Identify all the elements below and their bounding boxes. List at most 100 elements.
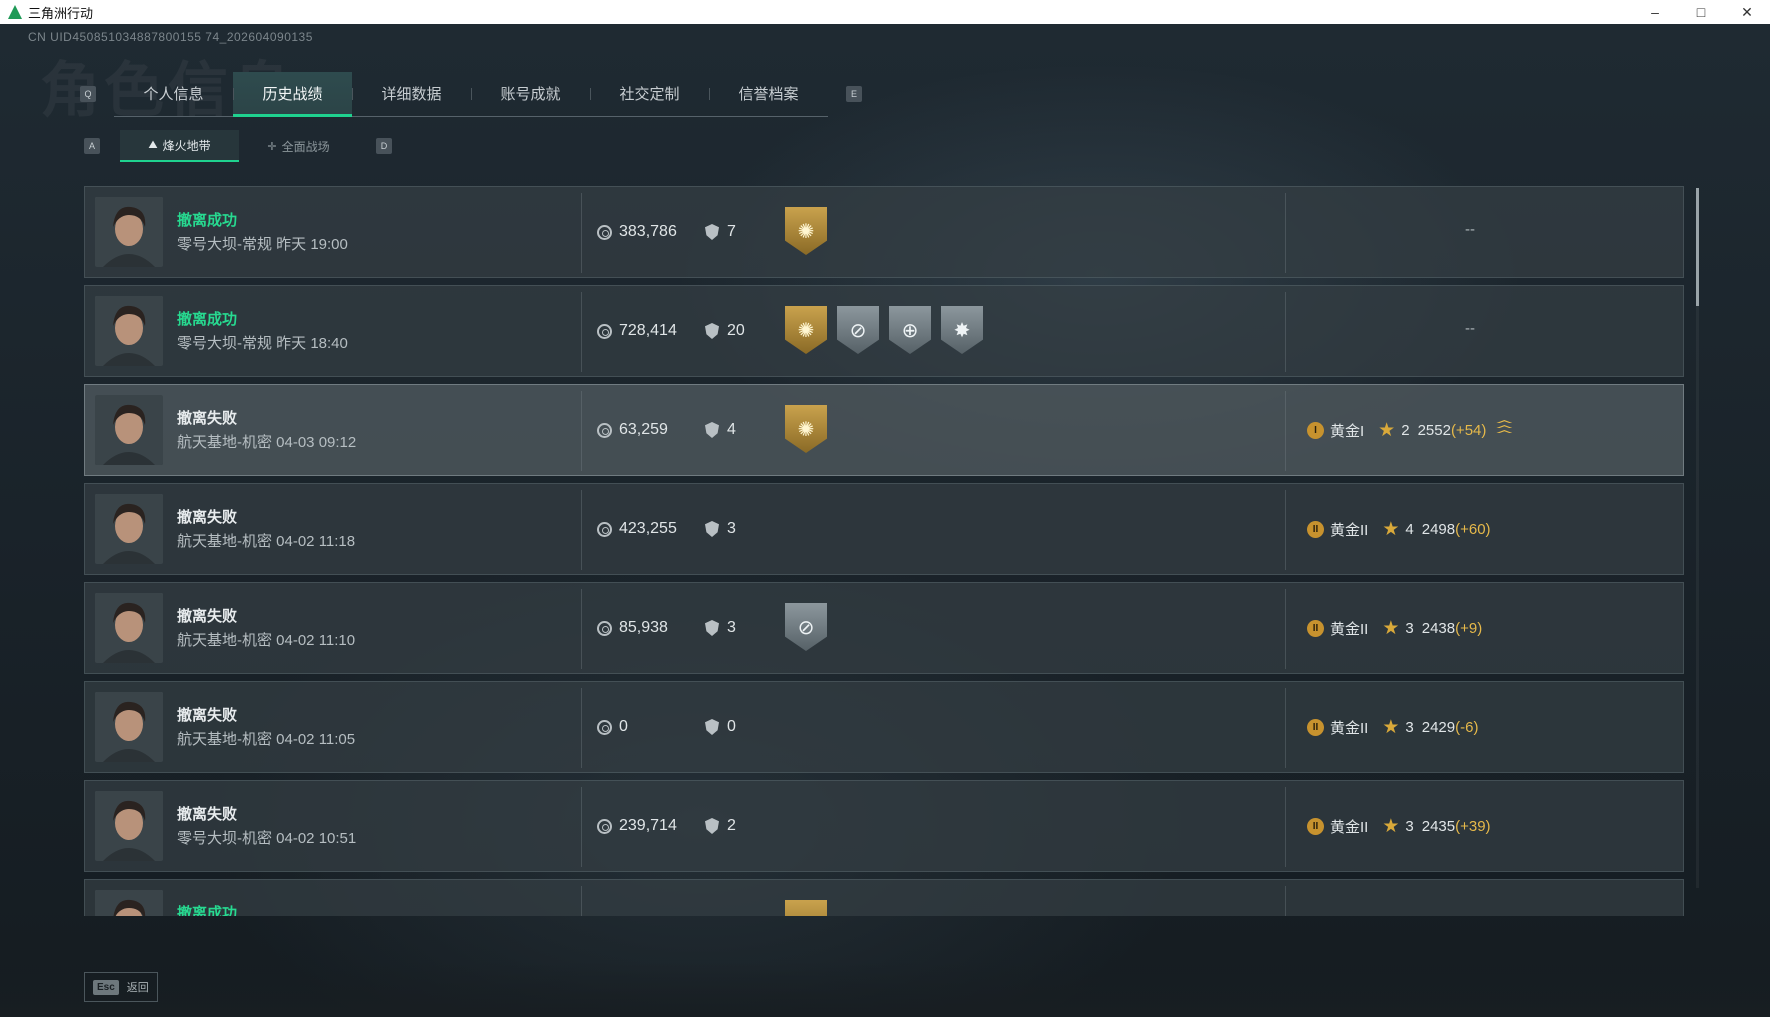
star-icon: ★ [1382, 815, 1400, 837]
tab-2[interactable]: 历史战绩 [233, 71, 352, 117]
bottom-bar [0, 962, 1770, 1017]
mountain-icon: ⛰ [148, 138, 158, 151]
kill-count: 7 [727, 223, 736, 240]
minimize-button[interactable]: – [1632, 0, 1678, 24]
tab-4[interactable]: 账号成就 [471, 72, 590, 116]
gold-sun-badge-icon[interactable]: ✺ [785, 900, 827, 916]
rank-tier: 黄金II [1330, 521, 1369, 539]
row-divider [581, 886, 582, 916]
medal-badges: ✺ [785, 900, 827, 916]
star-icon: ★ [1382, 716, 1400, 738]
operator-avatar [95, 791, 163, 861]
row-divider [581, 787, 582, 867]
coin-icon [597, 521, 612, 537]
target-badge-icon[interactable]: ⊕ [889, 306, 931, 354]
tab-1[interactable]: 个人信息 [114, 72, 233, 116]
operator-avatar [95, 395, 163, 465]
rank-change: I 黄金I ★ 2 2552 (+54) [1307, 385, 1513, 475]
gold-tier-icon: II [1307, 520, 1324, 538]
next-mode-key-hint[interactable]: D [376, 138, 392, 154]
star-count: 3 [1405, 619, 1414, 637]
rank-placeholder: -- [1465, 221, 1475, 238]
medal-badges: ✺ [785, 405, 827, 453]
match-row[interactable]: 撤离失败 航天基地-机密 04-02 11:05 0 0 II 黄金II ★ 3 2429 (-6… [84, 681, 1684, 773]
match-row[interactable]: 撤离失败 航天基地-机密 04-03 09:12 63,259 4 ✺ I 黄金I ★ 2 255… [84, 384, 1684, 476]
star-count: 4 [1405, 520, 1414, 538]
next-tab-key-hint[interactable]: E [846, 86, 862, 102]
match-row[interactable]: 撤离成功 零号大坝-常规 昨天 19:00 383,786 7 ✺ -- [84, 186, 1684, 278]
gold-sun-badge-icon[interactable]: ✺ [785, 306, 827, 354]
crosshair-badge-icon[interactable]: ⊘ [837, 306, 879, 354]
extraction-status: 撤离失败 [177, 806, 238, 823]
rank-change: II 黄金II ★ 3 2435 (+39) [1307, 781, 1491, 871]
operator-avatar [95, 692, 163, 762]
tab-5[interactable]: 社交定制 [590, 72, 709, 116]
kill-count: 3 [727, 520, 736, 537]
star-icon: ★ [1382, 617, 1400, 639]
medal-badges: ✺ ⊘ ⊕ ✸ [785, 306, 983, 354]
rank-tier: 黄金II [1330, 818, 1369, 836]
row-divider [1285, 688, 1286, 768]
mode-tab-2[interactable]: ✛ 全面战场 [239, 130, 358, 162]
crosshair-icon: ✛ [267, 140, 277, 153]
rank-score-delta: (-6) [1455, 718, 1479, 736]
gold-sun-badge-icon[interactable]: ✺ [785, 207, 827, 255]
row-divider [1285, 886, 1286, 916]
window-title: 三角洲行动 [28, 5, 94, 21]
match-row[interactable]: 撤离成功 ✺ [84, 879, 1684, 916]
mode-tab-1[interactable]: ⛰ 烽火地带 [120, 130, 239, 162]
coin-icon [597, 323, 612, 339]
row-divider [581, 688, 582, 768]
medal-badges: ✺ [785, 207, 827, 255]
window-titlebar: 三角洲行动 – □ ✕ [0, 0, 1770, 24]
mode-tab-bar: A ⛰ 烽火地带 ✛ 全面战场 D [84, 130, 392, 162]
gold-tier-icon: II [1307, 817, 1324, 835]
skull-icon [705, 224, 719, 240]
map-and-time: 航天基地-机密 04-02 11:05 [177, 731, 356, 748]
prev-mode-key-hint[interactable]: A [84, 138, 100, 154]
scrollbar-thumb[interactable] [1696, 188, 1699, 306]
match-row[interactable]: 撤离成功 零号大坝-常规 昨天 18:40 728,414 20 ✺ ⊘ ⊕ ✸ -- [84, 285, 1684, 377]
crosshair-badge-icon[interactable]: ⊘ [785, 603, 827, 651]
match-history-list[interactable]: 撤离成功 零号大坝-常规 昨天 19:00 383,786 7 ✺ -- 撤离成功 零号大坝-… [84, 186, 1684, 916]
row-divider [1285, 787, 1286, 867]
app-logo-icon [8, 5, 22, 19]
burst-badge-icon[interactable]: ✸ [941, 306, 983, 354]
row-divider [581, 292, 582, 372]
maximize-button[interactable]: □ [1678, 0, 1724, 24]
match-row[interactable]: 撤离失败 零号大坝-机密 04-02 10:51 239,714 2 II 黄金II ★ 3 2… [84, 780, 1684, 872]
tab-3[interactable]: 详细数据 [352, 72, 471, 116]
loot-value: 0 [619, 718, 628, 735]
loot-value: 423,255 [619, 520, 677, 537]
back-button[interactable]: Esc 返回 [84, 972, 158, 1002]
row-divider [581, 391, 582, 471]
scrollbar[interactable] [1696, 188, 1699, 888]
row-divider [1285, 490, 1286, 570]
close-button[interactable]: ✕ [1724, 0, 1770, 24]
tab-6[interactable]: 信誉档案 [709, 72, 828, 116]
extraction-status: 撤离失败 [177, 707, 238, 724]
star-icon: ★ [1378, 419, 1396, 441]
skull-icon [705, 521, 719, 537]
operator-avatar [95, 494, 163, 564]
match-row[interactable]: 撤离失败 航天基地-机密 04-02 11:10 85,938 3 ⊘ II 黄金II ★ 3 2… [84, 582, 1684, 674]
loot-and-kills: 00 [597, 682, 736, 772]
gold-tier-icon: I [1307, 421, 1324, 439]
loot-and-kills: 63,259 4 [597, 385, 736, 475]
main-tabs: 个人信息 历史战绩 详细数据 账号成就 社交定制 信誉档案 [114, 71, 828, 117]
rank-score: 2438 [1421, 619, 1456, 637]
map-and-time: 零号大坝-机密 04-02 10:51 [177, 830, 357, 847]
prev-tab-key-hint[interactable]: Q [80, 86, 96, 102]
back-label: 返回 [126, 982, 149, 994]
row-divider [581, 589, 582, 669]
coin-icon [597, 422, 612, 438]
loot-value: 63,259 [619, 421, 668, 438]
match-row[interactable]: 撤离失败 航天基地-机密 04-02 11:18 423,255 3 II 黄金II ★ 4 2… [84, 483, 1684, 575]
rank-change: II 黄金II ★ 3 2438 (+9) [1307, 583, 1482, 673]
map-and-time: 航天基地-机密 04-02 11:18 [177, 533, 356, 550]
gold-tier-icon: II [1307, 619, 1324, 637]
map-and-time: 零号大坝-常规 昨天 18:40 [177, 335, 348, 352]
gold-sun-badge-icon[interactable]: ✺ [785, 405, 827, 453]
loot-and-kills: 423,255 3 [597, 484, 736, 574]
loot-and-kills: 383,786 7 [597, 187, 736, 277]
